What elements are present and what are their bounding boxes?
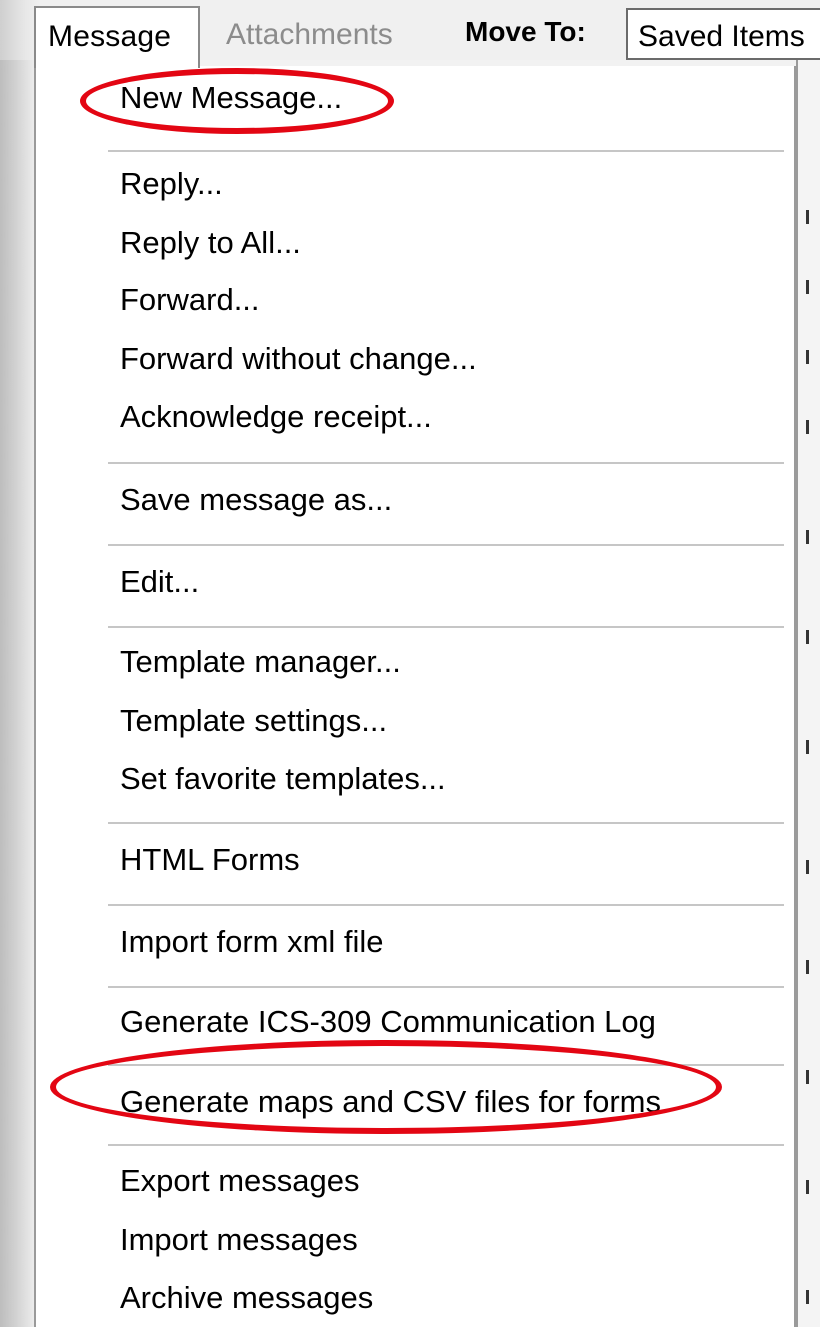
menu-item-save-message-as[interactable]: Save message as... [120, 480, 392, 520]
menu-item-template-settings[interactable]: Template settings... [120, 701, 387, 741]
menu-item-generate-maps-csv[interactable]: Generate maps and CSV files for forms [120, 1082, 661, 1122]
menu-separator [108, 150, 784, 152]
menu-item-new-message[interactable]: New Message... [120, 78, 342, 118]
folder-select-value: Saved Items [638, 20, 805, 53]
background-window-edge [796, 60, 820, 1327]
menu-item-template-manager[interactable]: Template manager... [120, 642, 401, 682]
edge-mark [806, 350, 809, 364]
menu-separator [108, 822, 784, 824]
tab-attachments[interactable]: Attachments [226, 18, 393, 52]
menu-item-generate-ics-309-log[interactable]: Generate ICS-309 Communication Log [120, 1002, 656, 1042]
edge-mark [806, 530, 809, 544]
menu-item-html-forms[interactable]: HTML Forms [120, 840, 300, 880]
menu-item-archive-messages[interactable]: Archive messages [120, 1278, 373, 1318]
menu-item-set-favorite-templates[interactable]: Set favorite templates... [120, 759, 446, 799]
edge-mark [806, 960, 809, 974]
menu-item-forward[interactable]: Forward... [120, 280, 260, 320]
menu-item-edit[interactable]: Edit... [120, 562, 199, 602]
edge-mark [806, 1180, 809, 1194]
menu-item-reply-to-all[interactable]: Reply to All... [120, 223, 301, 263]
menu-separator [108, 1064, 784, 1066]
menu-item-import-messages[interactable]: Import messages [120, 1220, 358, 1260]
edge-mark [806, 1070, 809, 1084]
menu-item-forward-without-change[interactable]: Forward without change... [120, 339, 477, 379]
message-menu-dropdown: New Message... Reply... Reply to All... … [34, 66, 796, 1327]
menu-item-export-messages[interactable]: Export messages [120, 1161, 360, 1201]
edge-mark [806, 860, 809, 874]
menu-separator [108, 462, 784, 464]
edge-mark [806, 280, 809, 294]
edge-mark [806, 420, 809, 434]
menu-separator [108, 544, 784, 546]
menu-item-import-form-xml-file[interactable]: Import form xml file [120, 922, 384, 962]
edge-mark [806, 210, 809, 224]
menu-item-reply[interactable]: Reply... [120, 164, 223, 204]
tab-message-label: Message [48, 20, 172, 53]
move-to-label: Move To: [465, 16, 586, 47]
menu-separator [108, 904, 784, 906]
menu-separator [108, 626, 784, 628]
edge-mark [806, 630, 809, 644]
tab-message[interactable]: Message [34, 6, 200, 68]
edge-mark [806, 1290, 809, 1304]
menu-separator [108, 1144, 784, 1146]
menu-item-acknowledge-receipt[interactable]: Acknowledge receipt... [120, 397, 432, 437]
edge-mark [806, 740, 809, 754]
move-to-folder-select[interactable]: Saved Items [626, 8, 820, 60]
menu-separator [108, 986, 784, 988]
